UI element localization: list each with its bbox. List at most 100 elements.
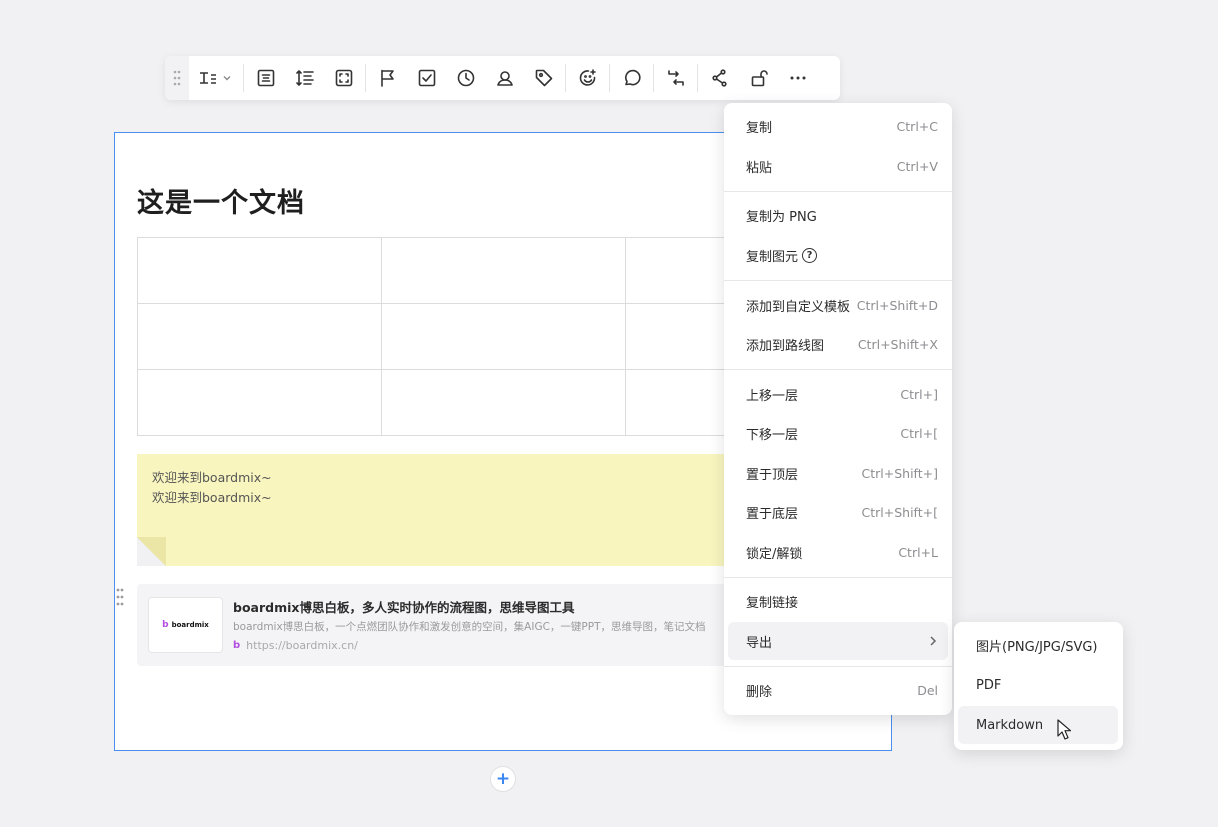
unlock-icon bbox=[751, 70, 768, 87]
add-block-button[interactable]: + bbox=[490, 766, 516, 792]
toolbar-divider bbox=[653, 64, 654, 92]
menu-item-delete[interactable]: 删除 Del bbox=[728, 671, 948, 709]
link-url-row: b https://boardmix.cn/ bbox=[233, 639, 358, 652]
more-button[interactable] bbox=[778, 56, 817, 100]
toolbar-divider bbox=[609, 64, 610, 92]
table-cell[interactable] bbox=[137, 237, 382, 304]
table-cell[interactable] bbox=[137, 369, 382, 436]
comment-button[interactable] bbox=[612, 56, 651, 100]
boardmix-mark-icon: b bbox=[233, 640, 241, 651]
connector-button[interactable] bbox=[700, 56, 739, 100]
clock-button[interactable] bbox=[446, 56, 485, 100]
fit-frame-button[interactable] bbox=[324, 56, 363, 100]
menu-item-copy-element[interactable]: 复制图元 ? bbox=[728, 236, 948, 274]
element-toolbar bbox=[165, 56, 840, 100]
help-icon[interactable]: ? bbox=[802, 247, 818, 263]
menu-item-shortcut: Ctrl+Shift+X bbox=[857, 336, 938, 352]
menu-divider bbox=[724, 666, 952, 667]
menu-item-label: 删除 bbox=[746, 684, 773, 700]
menu-divider bbox=[724, 191, 952, 192]
flag-icon bbox=[380, 69, 394, 87]
context-menu: 复制 Ctrl+C 粘贴 Ctrl+V 复制为 PNG 复制图元 ? 添加到自定… bbox=[724, 103, 952, 715]
comment-icon bbox=[624, 69, 641, 86]
menu-divider bbox=[724, 369, 952, 370]
tag-button[interactable] bbox=[524, 56, 563, 100]
drag-handle-icon[interactable] bbox=[165, 56, 189, 100]
mention-user-button[interactable] bbox=[485, 56, 524, 100]
plus-icon: + bbox=[495, 768, 511, 789]
toolbar-divider bbox=[565, 64, 566, 92]
text-style-icon bbox=[200, 72, 216, 84]
line-height-button[interactable] bbox=[285, 56, 324, 100]
menu-item-copy[interactable]: 复制 Ctrl+C bbox=[728, 107, 948, 145]
boardmix-mark-icon: b bbox=[162, 620, 169, 630]
menu-item-label: 上移一层 bbox=[746, 388, 799, 404]
mention-user-icon bbox=[496, 71, 513, 86]
menu-item-label-wrap: 复制图元 ? bbox=[746, 246, 818, 265]
menu-item-label: 粘贴 bbox=[746, 160, 773, 176]
align-center-button[interactable] bbox=[246, 56, 285, 100]
logo-text: boardmix bbox=[171, 621, 209, 629]
menu-item-shortcut: Del bbox=[917, 682, 938, 698]
line-height-icon bbox=[295, 70, 314, 86]
table-cell[interactable] bbox=[381, 303, 626, 370]
unlock-button[interactable] bbox=[739, 56, 778, 100]
flag-button[interactable] bbox=[368, 56, 407, 100]
sticky-line: 欢迎来到boardmix~ bbox=[152, 470, 272, 485]
submenu-item-pdf[interactable]: PDF bbox=[958, 666, 1118, 704]
sticky-line: 欢迎来到boardmix~ bbox=[152, 490, 272, 505]
table-cell[interactable] bbox=[381, 237, 626, 304]
sticky-note[interactable]: 欢迎来到boardmix~ 欢迎来到boardmix~ bbox=[137, 454, 747, 566]
menu-item-add-to-template[interactable]: 添加到自定义模板 Ctrl+Shift+D bbox=[728, 286, 948, 324]
connector-icon bbox=[711, 69, 727, 87]
drag-handle-icon[interactable] bbox=[113, 586, 127, 608]
tag-icon bbox=[535, 69, 552, 87]
menu-item-lock-unlock[interactable]: 锁定/解锁 Ctrl+L bbox=[728, 533, 948, 571]
menu-divider bbox=[724, 280, 952, 281]
submenu-item-image[interactable]: 图片(PNG/JPG/SVG) bbox=[958, 626, 1118, 664]
convert-button[interactable] bbox=[656, 56, 695, 100]
checkbox-icon bbox=[418, 69, 435, 87]
toolbar-divider bbox=[365, 64, 366, 92]
menu-item-bring-forward[interactable]: 上移一层 Ctrl+] bbox=[728, 375, 948, 413]
menu-item-paste[interactable]: 粘贴 Ctrl+V bbox=[728, 147, 948, 185]
menu-item-copy-link[interactable]: 复制链接 bbox=[728, 582, 948, 620]
table-cell[interactable] bbox=[137, 303, 382, 370]
export-submenu: 图片(PNG/JPG/SVG) PDF Markdown bbox=[954, 622, 1123, 750]
document-title[interactable]: 这是一个文档 bbox=[137, 181, 305, 220]
table-cell[interactable] bbox=[381, 369, 626, 436]
menu-item-label: 复制链接 bbox=[746, 595, 799, 611]
menu-item-copy-as-png[interactable]: 复制为 PNG bbox=[728, 196, 948, 234]
text-style-button[interactable] bbox=[189, 56, 241, 100]
menu-item-bring-to-front[interactable]: 置于顶层 Ctrl+Shift+] bbox=[728, 454, 948, 492]
menu-item-shortcut: Ctrl+[ bbox=[900, 425, 938, 441]
menu-item-shortcut: Ctrl+] bbox=[900, 386, 938, 402]
link-preview-card[interactable]: b boardmix boardmix博思白板，多人实时协作的流程图，思维导图工… bbox=[137, 584, 747, 666]
menu-item-shortcut: Ctrl+Shift+] bbox=[861, 465, 938, 481]
menu-divider bbox=[724, 577, 952, 578]
fit-frame-icon bbox=[335, 69, 352, 87]
link-title: boardmix博思白板，多人实时协作的流程图，思维导图工具 bbox=[233, 600, 575, 615]
mouse-pointer-icon bbox=[1057, 719, 1071, 740]
menu-item-add-to-roadmap[interactable]: 添加到路线图 Ctrl+Shift+X bbox=[728, 325, 948, 363]
menu-item-export[interactable]: 导出 bbox=[728, 622, 948, 660]
boardmix-logo: b boardmix bbox=[148, 597, 223, 653]
menu-item-send-backward[interactable]: 下移一层 Ctrl+[ bbox=[728, 414, 948, 452]
sticky-note-text: 欢迎来到boardmix~ 欢迎来到boardmix~ bbox=[152, 468, 272, 508]
menu-item-shortcut: Ctrl+V bbox=[896, 158, 938, 174]
menu-item-label: 添加到自定义模板 bbox=[746, 299, 851, 315]
menu-item-send-to-back[interactable]: 置于底层 Ctrl+Shift+[ bbox=[728, 493, 948, 531]
toolbar-divider bbox=[243, 64, 244, 92]
menu-item-label: 复制 bbox=[746, 120, 773, 136]
menu-item-label: 置于顶层 bbox=[746, 467, 799, 483]
menu-item-label: 下移一层 bbox=[746, 427, 799, 443]
link-description: boardmix博思白板，一个点燃团队协作和激发创意的空间，集AIGC，一键PP… bbox=[233, 621, 706, 633]
submenu-item-markdown[interactable]: Markdown bbox=[958, 706, 1118, 744]
chevron-down-icon bbox=[223, 76, 231, 81]
emoji-add-icon bbox=[579, 69, 596, 86]
checkbox-button[interactable] bbox=[407, 56, 446, 100]
emoji-add-button[interactable] bbox=[568, 56, 607, 100]
toolbar-divider bbox=[697, 64, 698, 92]
align-center-icon bbox=[257, 69, 274, 87]
link-url[interactable]: https://boardmix.cn/ bbox=[246, 639, 358, 652]
